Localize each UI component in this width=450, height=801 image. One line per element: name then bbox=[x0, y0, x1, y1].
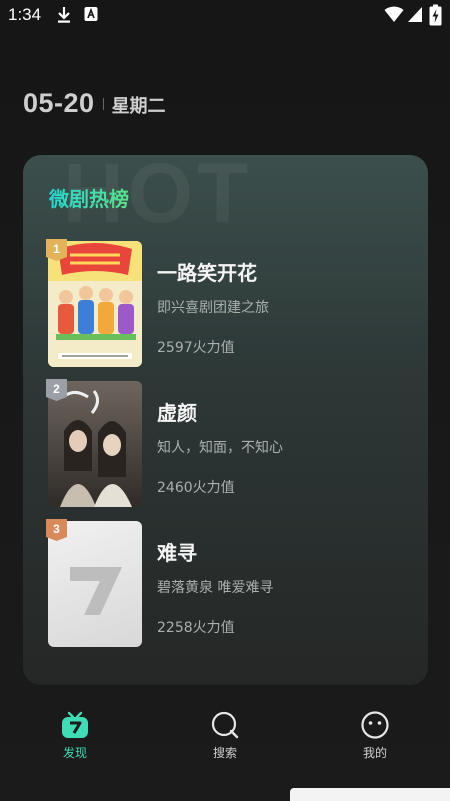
date-weekday: 星期二 bbox=[111, 96, 166, 117]
ranking-item-3[interactable]: 3 难寻 碧落黄泉 唯爱难寻 2258火力值 bbox=[46, 519, 418, 647]
nav-tab-mine[interactable]: 我的 bbox=[335, 710, 415, 761]
nav-label-mine: 我的 bbox=[362, 746, 387, 760]
rank-badge: 3 bbox=[46, 519, 67, 541]
poster-placeholder bbox=[48, 521, 142, 647]
item-subtitle: 碧落黄泉 唯爱难寻 bbox=[157, 580, 274, 596]
item-subtitle: 知人，知面，不知心 bbox=[157, 440, 283, 456]
battery-charging-icon bbox=[429, 4, 442, 26]
nav-label-search: 搜索 bbox=[212, 746, 237, 760]
item-subtitle: 即兴喜剧团建之旅 bbox=[157, 300, 269, 316]
poster-image bbox=[48, 381, 142, 507]
nav-label-discover: 发现 bbox=[62, 746, 87, 760]
search-icon bbox=[211, 711, 239, 739]
ranking-card: HOT 微剧热榜 1 一路笑开花 即兴喜剧团建之旅 2597火力值 2 虚颜 知… bbox=[23, 155, 428, 685]
date-day: 05-20 bbox=[23, 88, 95, 118]
date-header: 05-20 星期二 bbox=[23, 88, 166, 124]
system-overlay-strip bbox=[290, 788, 450, 801]
date-divider bbox=[102, 98, 104, 110]
ranking-item-1[interactable]: 1 一路笑开花 即兴喜剧团建之旅 2597火力值 bbox=[46, 239, 418, 367]
download-icon bbox=[58, 7, 70, 23]
signal-icon bbox=[408, 7, 422, 22]
wifi-icon bbox=[384, 6, 404, 22]
ranking-title: 微剧热榜 bbox=[49, 183, 129, 212]
item-title: 难寻 bbox=[157, 541, 197, 565]
smiley-icon bbox=[361, 711, 389, 739]
status-bar: 1:34 bbox=[0, 0, 450, 32]
item-heat-score: 2258火力值 bbox=[157, 620, 235, 636]
rank-badge: 2 bbox=[46, 379, 67, 401]
placeholder-logo-icon bbox=[70, 567, 122, 615]
drama-poster-illustration bbox=[48, 381, 142, 507]
rank-badge: 1 bbox=[46, 239, 67, 261]
item-title: 虚颜 bbox=[157, 401, 197, 425]
item-heat-score: 2597火力值 bbox=[157, 340, 235, 356]
item-heat-score: 2460火力值 bbox=[157, 480, 235, 496]
poster-image bbox=[48, 241, 142, 367]
tv-icon bbox=[62, 711, 88, 738]
ranking-item-2[interactable]: 2 虚颜 知人，知面，不知心 2460火力值 bbox=[46, 379, 418, 507]
a-badge-icon bbox=[84, 7, 98, 21]
comedy-poster-illustration bbox=[48, 241, 142, 367]
nav-tab-discover[interactable]: 发现 bbox=[35, 710, 115, 761]
nav-tab-search[interactable]: 搜索 bbox=[185, 710, 265, 761]
bottom-navigation: 发现 搜索 我的 bbox=[0, 700, 450, 770]
status-time: 1:34 bbox=[8, 5, 42, 24]
item-title: 一路笑开花 bbox=[157, 261, 257, 285]
